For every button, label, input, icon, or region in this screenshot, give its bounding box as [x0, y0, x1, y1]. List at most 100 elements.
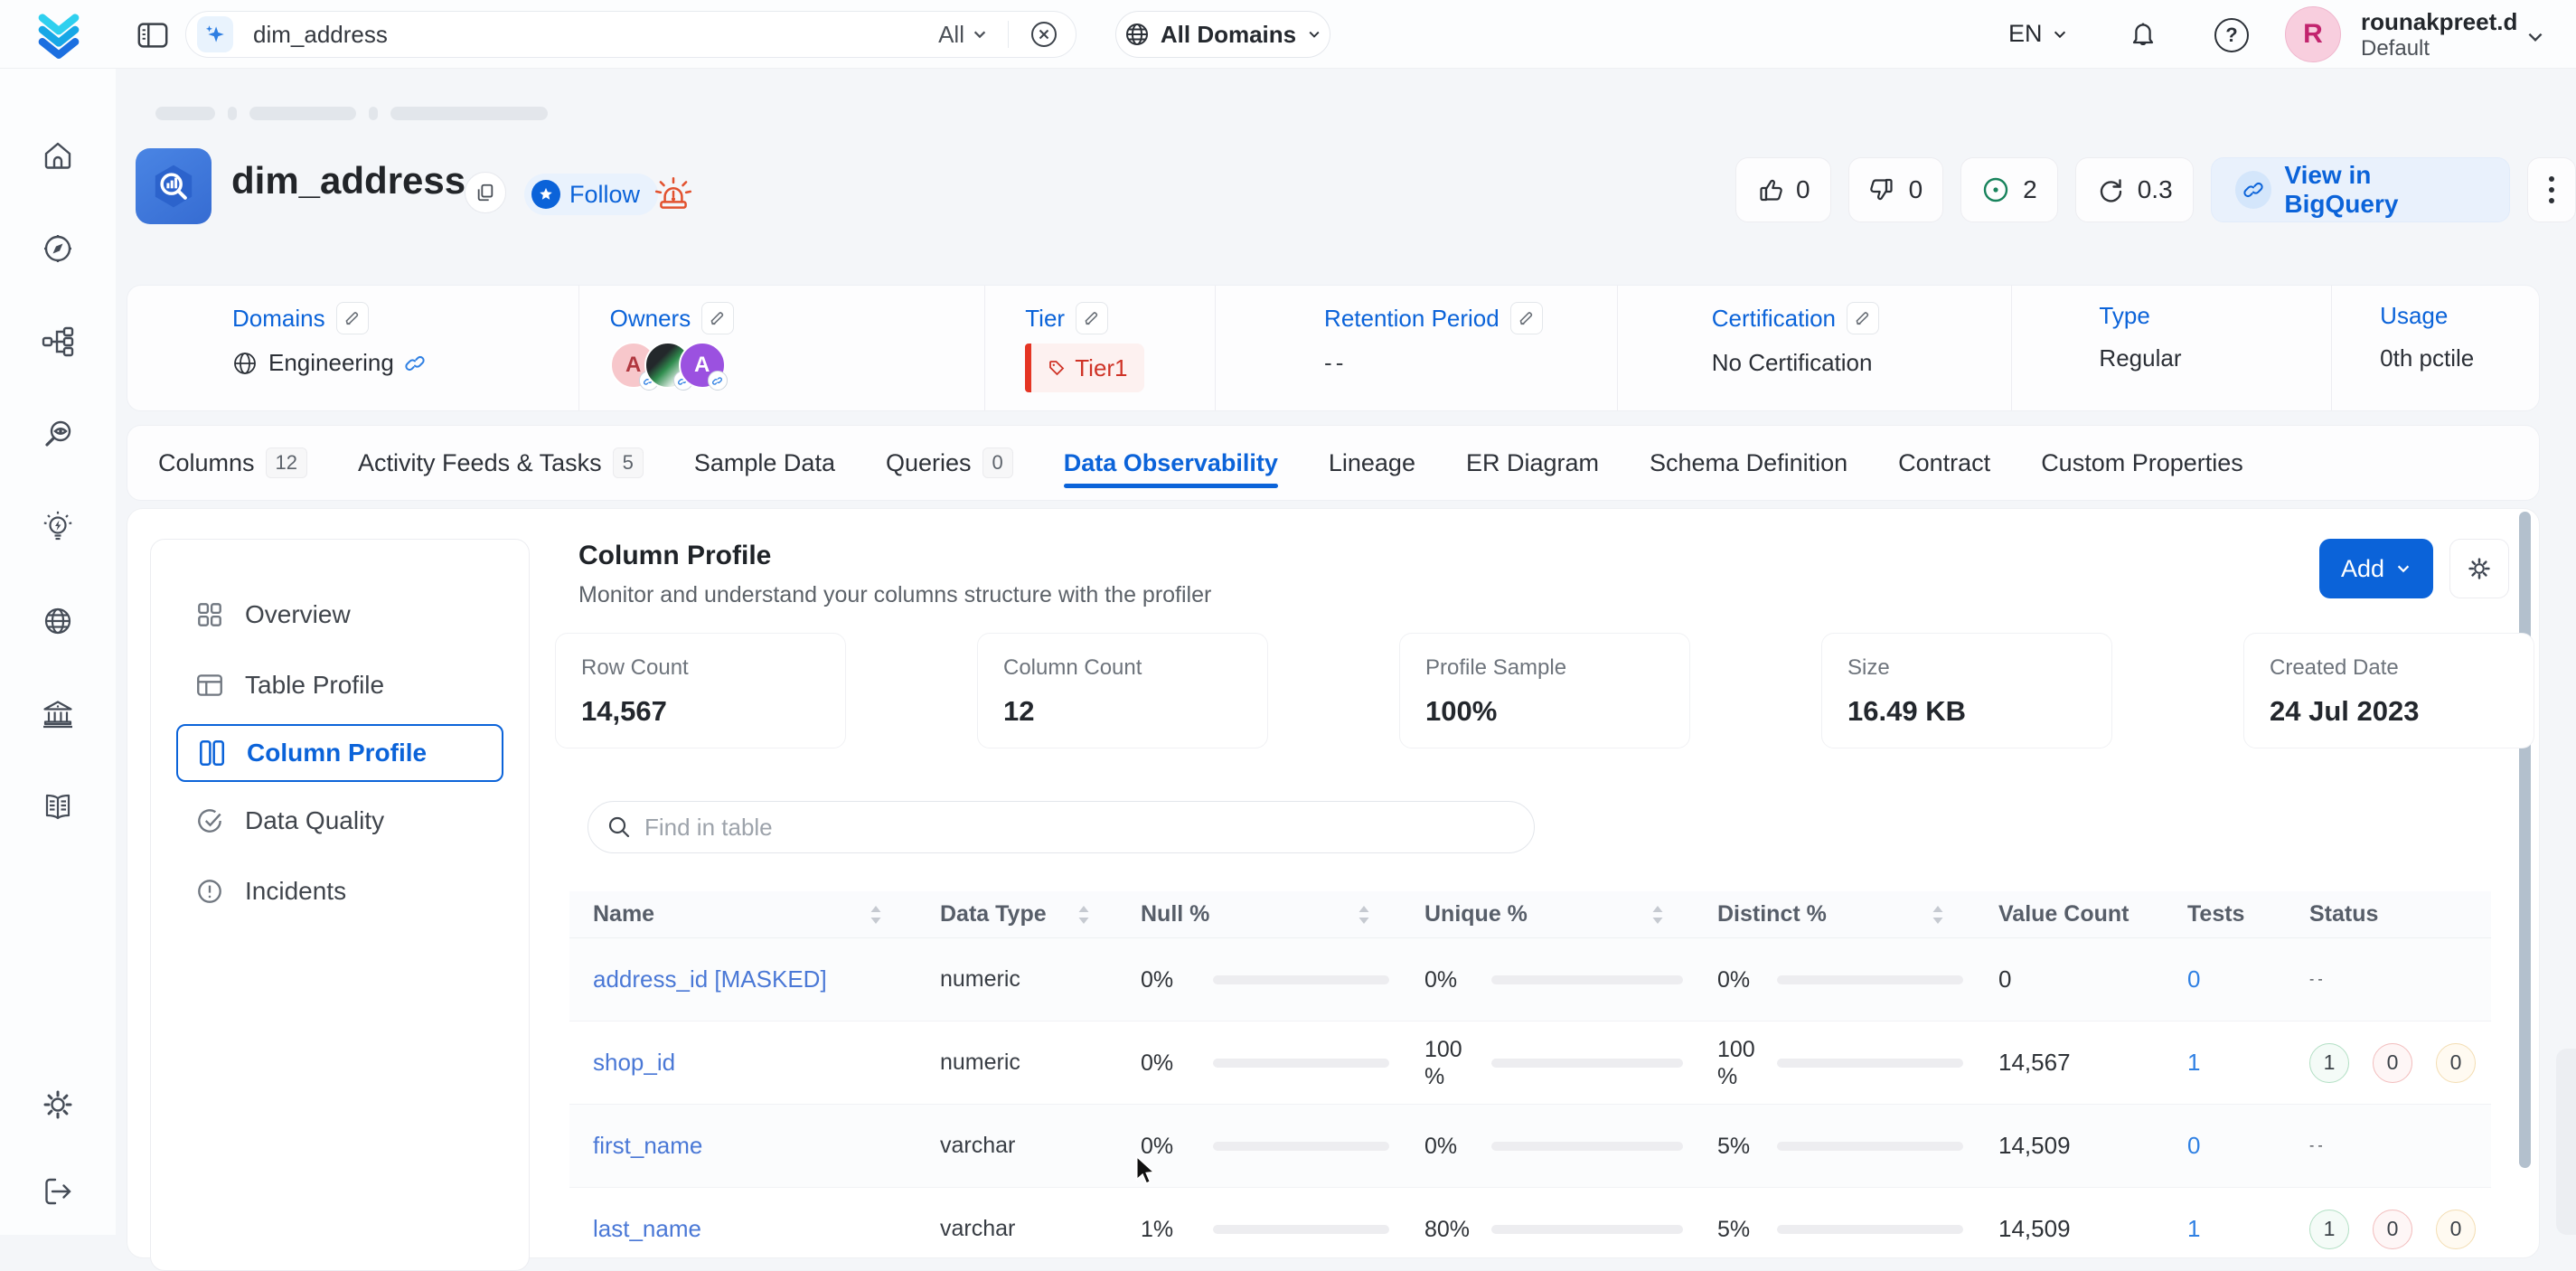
- edit-domains-button[interactable]: [336, 302, 369, 334]
- profiler-nav-incidents[interactable]: Incidents: [151, 856, 529, 927]
- profiler-nav-table-profile[interactable]: Table Profile: [151, 650, 529, 720]
- tests-link[interactable]: 0: [2160, 965, 2273, 993]
- more-actions-button[interactable]: [2527, 157, 2576, 222]
- col-header-value-count[interactable]: Value Count: [1975, 901, 2160, 927]
- status-failed-badge[interactable]: 0: [2373, 1043, 2412, 1083]
- sort-icon[interactable]: [1077, 905, 1090, 925]
- tests-link[interactable]: 0: [2160, 1132, 2273, 1160]
- search-clear-icon[interactable]: [1029, 19, 1059, 50]
- find-in-table[interactable]: [588, 801, 1535, 853]
- notifications-bell-icon[interactable]: [2126, 16, 2160, 51]
- version-refresh-icon: [2096, 175, 2125, 204]
- vertical-scrollbar-thumb[interactable]: [2519, 512, 2531, 1168]
- owner-avatar[interactable]: A: [679, 342, 726, 389]
- bigquery-service-icon: [136, 148, 212, 224]
- entity-stats-toolbar: 0 0 2 0.3 View in BigQuery: [1735, 157, 2576, 222]
- tab-sample-data[interactable]: Sample Data: [694, 426, 835, 500]
- tab-schema-definition[interactable]: Schema Definition: [1650, 426, 1847, 500]
- logout-icon[interactable]: [40, 1173, 76, 1210]
- tier-score-button[interactable]: 2: [1960, 157, 2058, 222]
- profiler-nav-overview[interactable]: Overview: [151, 579, 529, 650]
- col-header-null[interactable]: Null %: [1121, 901, 1401, 927]
- search-input[interactable]: [253, 21, 938, 49]
- edit-tier-button[interactable]: [1076, 302, 1108, 334]
- domains-value[interactable]: Engineering: [268, 349, 394, 377]
- status-failed-badge[interactable]: 0: [2373, 1210, 2412, 1249]
- add-button[interactable]: Add: [2319, 539, 2433, 598]
- col-header-name[interactable]: Name: [569, 901, 913, 927]
- summary-card-row-count: Row Count 14,567: [555, 633, 846, 748]
- sidebar-toggle-icon[interactable]: [136, 18, 170, 52]
- edit-retention-button[interactable]: [1510, 302, 1543, 334]
- null-bar: [1213, 1142, 1389, 1151]
- home-icon[interactable]: [40, 137, 76, 174]
- profiler-nav-data-quality[interactable]: Data Quality: [151, 786, 529, 856]
- sort-icon[interactable]: [1358, 905, 1370, 925]
- follow-button[interactable]: Follow: [524, 174, 658, 215]
- profiler-settings-button[interactable]: [2449, 539, 2509, 598]
- tab-contract[interactable]: Contract: [1898, 426, 1990, 500]
- tab-columns[interactable]: Columns12: [158, 426, 307, 500]
- settings-gear-icon[interactable]: [40, 1087, 76, 1123]
- copy-name-button[interactable]: [465, 172, 506, 213]
- data-flow-icon[interactable]: [40, 324, 76, 360]
- col-header-distinct[interactable]: Distinct %: [1695, 901, 1975, 927]
- sort-icon[interactable]: [1932, 905, 1944, 925]
- col-header-unique[interactable]: Unique %: [1401, 901, 1695, 927]
- status-aborted-badge[interactable]: 0: [2436, 1210, 2476, 1249]
- app-logo-icon[interactable]: [33, 9, 85, 61]
- alert-siren-icon[interactable]: [653, 174, 694, 215]
- table-row: address_id [MASKED] numeric 0% 0% 0% 0 0…: [569, 938, 2491, 1022]
- status-success-badge[interactable]: 1: [2309, 1043, 2349, 1083]
- tab-lineage[interactable]: Lineage: [1329, 426, 1415, 500]
- tab-activity-feeds[interactable]: Activity Feeds & Tasks5: [358, 426, 644, 500]
- downvote-button[interactable]: 0: [1848, 157, 1944, 222]
- tests-link[interactable]: 1: [2160, 1215, 2273, 1243]
- star-icon: [531, 180, 560, 209]
- edit-owners-button[interactable]: [701, 302, 734, 334]
- sort-icon[interactable]: [1651, 905, 1664, 925]
- column-name-link[interactable]: first_name: [569, 1132, 913, 1160]
- data-type: varchar: [913, 1133, 1121, 1159]
- edit-certification-button[interactable]: [1847, 302, 1879, 334]
- column-name-link[interactable]: shop_id: [569, 1049, 913, 1077]
- tier-badge[interactable]: Tier1: [1025, 344, 1215, 392]
- tests-link[interactable]: 1: [2160, 1049, 2273, 1077]
- col-header-status: Status: [2273, 901, 2491, 927]
- tab-er-diagram[interactable]: ER Diagram: [1466, 426, 1599, 500]
- search-scope-dropdown[interactable]: All: [938, 21, 988, 49]
- tab-data-observability[interactable]: Data Observability: [1064, 426, 1278, 500]
- col-header-data-type[interactable]: Data Type: [913, 901, 1121, 927]
- language-selector[interactable]: EN: [2008, 20, 2068, 48]
- section-title: Column Profile: [578, 541, 771, 571]
- table-row: shop_id numeric 0% 100 % 100 % 14,567 1 …: [569, 1022, 2491, 1105]
- user-menu-chevron-icon[interactable]: [2525, 27, 2545, 47]
- tab-custom-properties[interactable]: Custom Properties: [2041, 426, 2243, 500]
- sort-icon[interactable]: [870, 905, 882, 925]
- profiler-nav-column-profile[interactable]: Column Profile: [176, 724, 503, 782]
- user-info[interactable]: rounakpreet.d Default: [2361, 8, 2517, 62]
- domain-filter-dropdown[interactable]: All Domains: [1115, 11, 1330, 58]
- global-search-bar[interactable]: All: [185, 11, 1076, 58]
- upvote-button[interactable]: 0: [1735, 157, 1831, 222]
- discovery-search-eye-icon[interactable]: [40, 417, 76, 453]
- find-in-table-input[interactable]: [644, 814, 1516, 842]
- tab-queries[interactable]: Queries0: [886, 426, 1013, 500]
- avatar-initial: R: [2303, 19, 2323, 50]
- usage-label: Usage: [2380, 302, 2448, 330]
- version-button[interactable]: 0.3: [2075, 157, 2194, 222]
- insights-lightbulb-icon[interactable]: [40, 510, 76, 546]
- metadata-owners: Owners A A: [579, 286, 986, 410]
- column-name-link[interactable]: address_id [MASKED]: [569, 965, 913, 993]
- metadata-certification: Certification No Certification: [1618, 286, 2013, 410]
- user-avatar[interactable]: R: [2285, 6, 2341, 62]
- status-success-badge[interactable]: 1: [2309, 1210, 2349, 1249]
- help-icon[interactable]: ?: [2214, 18, 2249, 52]
- governance-bank-icon[interactable]: [40, 696, 76, 732]
- explore-compass-icon[interactable]: [40, 231, 76, 267]
- glossary-book-icon[interactable]: [40, 789, 76, 825]
- status-aborted-badge[interactable]: 0: [2436, 1043, 2476, 1083]
- view-in-bigquery-button[interactable]: View in BigQuery: [2211, 157, 2511, 222]
- column-name-link[interactable]: last_name: [569, 1215, 913, 1243]
- domains-globe-icon[interactable]: [40, 603, 76, 639]
